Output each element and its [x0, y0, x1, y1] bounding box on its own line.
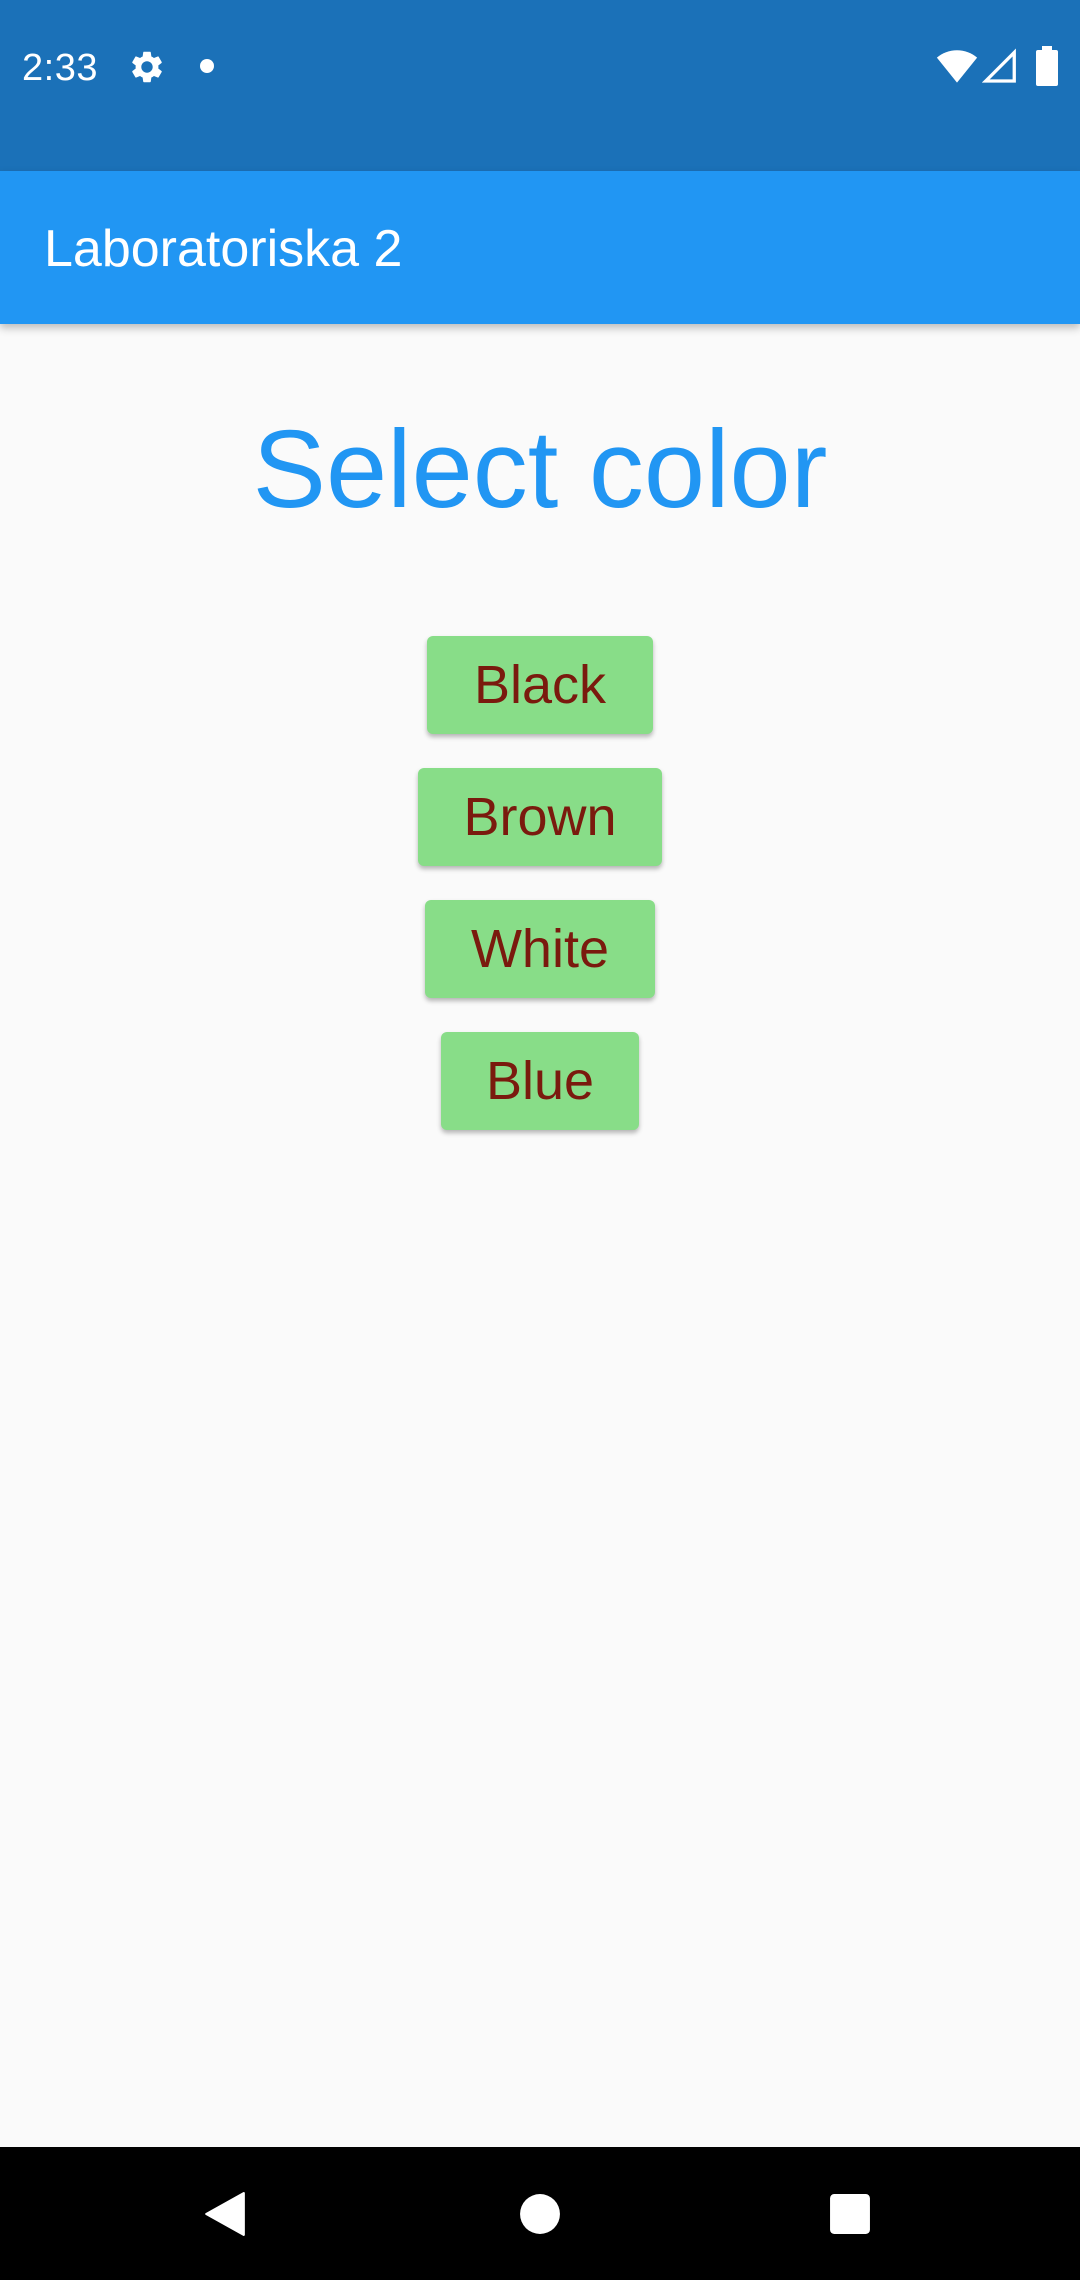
app-title: Laboratoriska 2 — [44, 220, 403, 278]
gear-icon — [132, 51, 162, 83]
home-icon[interactable] — [519, 2193, 561, 2235]
white-color-button[interactable]: White — [425, 900, 655, 998]
black-color-button[interactable]: Black — [427, 636, 653, 734]
status-bar: 2:33 — [0, 0, 1080, 171]
battery-icon — [1036, 46, 1058, 86]
back-icon[interactable] — [204, 2191, 246, 2237]
blue-color-button[interactable]: Blue — [441, 1032, 639, 1130]
status-time: 2:33 — [22, 47, 98, 89]
navigation-bar — [0, 2147, 1080, 2280]
wifi-icon — [936, 50, 978, 83]
recents-icon[interactable] — [829, 2193, 871, 2235]
signal-icon — [982, 48, 1016, 83]
notification-dot-icon — [200, 59, 214, 73]
app-bar: Laboratoriska 2 — [0, 171, 1080, 324]
brown-color-button[interactable]: Brown — [418, 768, 662, 866]
page-heading: Select color — [252, 408, 828, 531]
